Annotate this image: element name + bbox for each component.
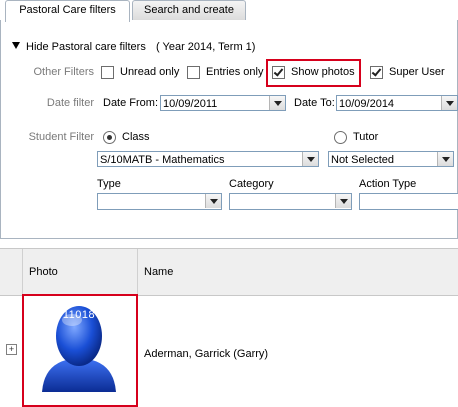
action-type-select[interactable] (359, 193, 458, 210)
entries-only-label: Entries only (206, 66, 264, 78)
tutor-radio-label: Tutor (353, 131, 379, 143)
show-photos-highlight (266, 59, 361, 87)
class-select-value: S/10MATB - Mathematics (100, 154, 225, 166)
tab-pastoral-care-filters[interactable]: Pastoral Care filters (5, 0, 130, 22)
category-label: Category (229, 178, 274, 190)
chevron-down-icon[interactable] (302, 152, 318, 166)
chevron-down-icon[interactable] (437, 152, 453, 166)
other-filters-label: Other Filters (33, 66, 94, 78)
expand-row-icon[interactable]: + (6, 344, 17, 355)
super-user-checkbox[interactable] (370, 66, 383, 79)
student-name[interactable]: Aderman, Garrick (Garry) (144, 348, 268, 360)
student-filter-label: Student Filter (28, 131, 94, 143)
type-label: Type (97, 178, 121, 190)
expand-column-header (0, 249, 23, 296)
super-user-label: Super User (389, 66, 445, 78)
name-header-label: Name (144, 266, 174, 278)
category-select[interactable] (229, 193, 352, 210)
photo-header-label: Photo (29, 266, 58, 278)
class-radio[interactable] (103, 131, 116, 144)
date-from-field[interactable]: 10/09/2011 (160, 95, 286, 111)
tutor-select-value: Not Selected (331, 154, 394, 166)
date-filter-label: Date filter (46, 97, 94, 109)
date-to-label: Date To: (294, 97, 335, 109)
chevron-down-icon[interactable] (441, 96, 457, 110)
collapse-triangle-icon[interactable] (12, 42, 20, 49)
chevron-down-icon[interactable] (269, 96, 285, 110)
date-to-value: 10/09/2014 (339, 98, 395, 110)
action-type-label: Action Type (359, 178, 417, 190)
photo-column-header[interactable]: Photo (23, 249, 138, 296)
chevron-down-icon[interactable] (335, 194, 351, 208)
chevron-down-icon[interactable] (205, 194, 221, 208)
tutor-select[interactable]: Not Selected (328, 151, 454, 167)
name-column-header[interactable]: Name (138, 249, 458, 296)
hide-filters-toggle[interactable]: Hide Pastoral care filters (26, 41, 146, 53)
unread-only-label: Unread only (120, 66, 180, 78)
class-radio-label: Class (122, 131, 150, 143)
tutor-radio[interactable] (334, 131, 347, 144)
type-select[interactable] (97, 193, 222, 210)
date-from-value: 10/09/2011 (163, 98, 218, 110)
date-from-label: Date From: (103, 97, 159, 109)
photo-highlight (22, 294, 138, 407)
class-select[interactable]: S/10MATB - Mathematics (97, 151, 319, 167)
unread-only-checkbox[interactable] (101, 66, 114, 79)
period-label: ( Year 2014, Term 1) (156, 41, 256, 53)
date-to-field[interactable]: 10/09/2014 (336, 95, 458, 111)
entries-only-checkbox[interactable] (187, 66, 200, 79)
tab-search-and-create[interactable]: Search and create (132, 0, 246, 20)
